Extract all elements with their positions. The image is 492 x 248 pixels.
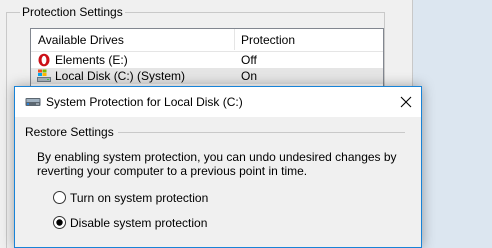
column-header-drives[interactable]: Available Drives <box>38 33 124 47</box>
list-header: Available Drives Protection <box>31 29 383 52</box>
drive-protection-status: On <box>241 69 258 83</box>
radio-button[interactable] <box>53 191 66 204</box>
list-item[interactable]: Local Disk (C:) (System) On <box>31 68 383 84</box>
column-header-protection[interactable]: Protection <box>241 33 295 47</box>
close-button[interactable] <box>391 87 421 117</box>
drive-icon <box>25 95 41 109</box>
dialog-titlebar[interactable]: System Protection for Local Disk (C:) <box>15 87 421 117</box>
drive-protection-status: Off <box>241 53 257 67</box>
column-separator[interactable] <box>234 29 235 50</box>
group-divider <box>6 12 7 248</box>
opera-drive-icon <box>36 53 52 67</box>
system-disk-icon <box>36 69 52 83</box>
dialog-title: System Protection for Local Disk (C:) <box>46 95 243 109</box>
restore-settings-title: Restore Settings <box>25 125 118 139</box>
drive-name: Elements (E:) <box>55 53 128 67</box>
radio-button-selected[interactable] <box>53 216 66 229</box>
protection-settings-title: Protection Settings <box>20 5 125 19</box>
close-icon <box>400 96 412 108</box>
radio-label[interactable]: Disable system protection <box>70 216 207 230</box>
description-text: By enabling system protection, you can u… <box>37 150 397 178</box>
radio-label[interactable]: Turn on system protection <box>70 191 208 205</box>
system-protection-dialog: System Protection for Local Disk (C:) Re… <box>14 86 422 248</box>
list-item[interactable]: Elements (E:) Off <box>31 52 383 68</box>
group-divider <box>109 132 405 133</box>
drive-name: Local Disk (C:) (System) <box>55 69 186 83</box>
desktop-background <box>413 0 492 248</box>
